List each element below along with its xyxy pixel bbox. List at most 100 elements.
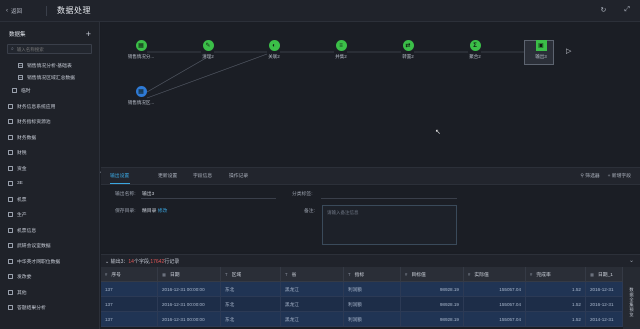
- folder-icon: [12, 88, 17, 94]
- tab-0[interactable]: 输出设置: [110, 172, 129, 179]
- sidebar-title: 数据集: [9, 32, 26, 38]
- output-settings-form: 输出名称: 输出3 保存目录: 精目录 修改 分类标签: 备注: 请输入备注信息: [101, 186, 640, 252]
- collapse-output-icon[interactable]: ⌄: [105, 259, 109, 265]
- sidebar-item[interactable]: 发改委: [0, 269, 99, 285]
- sidebar-item[interactable]: 财税: [0, 145, 99, 161]
- remark-textarea[interactable]: 请输入备注信息: [322, 205, 457, 245]
- top-bar: ‹ 返回 数据处理 ↻ ⤢: [0, 0, 640, 22]
- add-dataset-button[interactable]: +: [86, 30, 91, 39]
- sidebar-item[interactable]: 销售情况区域汇总数据: [0, 71, 99, 83]
- table-cell: 137: [101, 282, 158, 297]
- column-header[interactable]: # 序号: [101, 267, 158, 282]
- full-data-preview-button[interactable]: 数据全集预览: [628, 287, 635, 317]
- sidebar-item[interactable]: 财务指标资源池: [0, 114, 99, 130]
- sidebar-item[interactable]: 财务信息系统应用: [0, 99, 99, 115]
- table-row[interactable]: 137 2016-12-31 00:00:00 东北 黑龙江 利润额 98928.19 15…: [101, 297, 623, 312]
- sidebar-item-label: 销售情况分析-基础表: [27, 63, 72, 69]
- column-header[interactable]: ▦ 日期: [158, 267, 221, 282]
- column-header[interactable]: # 目标值: [401, 267, 464, 282]
- column-header[interactable]: # 实际值: [464, 267, 526, 282]
- sidebar-item-label: 机票信息: [17, 228, 37, 234]
- column-header[interactable]: # 完成率: [526, 267, 586, 282]
- column-header[interactable]: T省: [281, 267, 344, 282]
- table-header: # 序号 ▦ 日期 T 区域 T 省 T 指标 # 目标值 # 实际值 # 完成率 ▦ 日期_1: [101, 267, 623, 282]
- flow-node-label: 销售情况分...: [127, 54, 155, 59]
- output-name-input[interactable]: 输出3: [142, 190, 154, 197]
- table-row[interactable]: 137 2016-12-31 00:00:00 东北 黑龙江 利润额 98928.19 15…: [101, 282, 623, 297]
- flow-node[interactable]: ▦ 销售情况分...: [121, 40, 161, 60]
- output-name-label: 输出名称:: [115, 192, 136, 197]
- sidebar-item-label: 生产: [17, 213, 27, 219]
- field-type-icon: ▦: [590, 272, 594, 277]
- sidebar-item[interactable]: 机票信息: [0, 223, 99, 239]
- flow-node-icon: Σ: [469, 40, 481, 51]
- run-icon[interactable]: ▷: [566, 47, 571, 55]
- flow-node-icon: ▣: [535, 40, 547, 51]
- table-cell: 黑龙江: [281, 312, 344, 327]
- sidebar-item[interactable]: 中华英才网职位数据: [0, 254, 99, 270]
- flow-node-icon: ≡: [335, 40, 347, 51]
- search-input[interactable]: [16, 46, 87, 52]
- expand-icon[interactable]: ⤢: [624, 6, 630, 14]
- table-cell: 2016-12-31: [586, 297, 623, 312]
- page-title: 数据处理: [57, 6, 91, 15]
- sidebar-item[interactable]: 资金: [0, 161, 99, 177]
- folder-icon: [8, 227, 13, 233]
- flow-node-icon: ▦: [135, 40, 147, 51]
- sidebar-item[interactable]: 财务数据: [0, 130, 99, 146]
- column-header-label: 完成率: [536, 273, 551, 278]
- modify-dir-link[interactable]: 修改: [158, 209, 168, 214]
- sidebar-item[interactable]: 生产: [0, 207, 99, 223]
- flow-node-label: 清理2: [202, 54, 214, 59]
- filter-button[interactable]: ⚲ 筛选器: [580, 172, 599, 179]
- mouse-cursor-icon: ↖: [435, 129, 441, 136]
- save-dir-label: 保存目录:: [115, 209, 136, 214]
- back-label: 返回: [11, 8, 23, 15]
- sidebar-item[interactable]: 武研会议室数据: [0, 238, 99, 254]
- field-type-icon: #: [105, 272, 108, 277]
- refresh-icon[interactable]: ↻: [601, 6, 607, 14]
- sidebar-item[interactable]: 临时: [0, 83, 99, 99]
- table-row[interactable]: 137 2016-12-31 00:00:00 东北 黑龙江 利润额 98928.19 15…: [101, 312, 623, 327]
- sidebar-item[interactable]: 答题结果分析: [0, 300, 99, 316]
- tab-2[interactable]: 字段信息: [193, 172, 212, 179]
- tab-3[interactable]: 操作记录: [229, 172, 248, 179]
- flow-node[interactable]: ▦ 销售情况区...: [121, 86, 161, 106]
- flow-node[interactable]: ✎ 清理2: [188, 40, 228, 60]
- field-type-icon: #: [530, 272, 533, 277]
- table-cell: 2016-12-31: [586, 282, 623, 297]
- column-header[interactable]: T 指标: [344, 267, 401, 282]
- add-field-button[interactable]: + 新增字段: [608, 172, 631, 179]
- table-cell: 155057.04: [464, 312, 526, 327]
- sidebar-item[interactable]: 其他: [0, 285, 99, 301]
- sidebar-header: 数据集 +: [0, 22, 99, 42]
- folder-icon: [8, 274, 13, 280]
- chevron-down-icon[interactable]: ⌄: [629, 257, 634, 264]
- field-type-icon: #: [468, 272, 471, 277]
- sidebar-item[interactable]: 销售情况分析-基础表: [0, 59, 99, 71]
- sidebar-item-label: 中华英才网职位数据: [17, 259, 61, 265]
- sidebar-item[interactable]: 机票: [0, 192, 99, 208]
- settings-tabs: ⚲ 筛选器 + 新增字段 输出设置 更新设置 字段信息 操作记录: [101, 167, 640, 185]
- tab-1[interactable]: 更新设置: [158, 172, 177, 179]
- flow-node[interactable]: ⇄ 转置2: [388, 40, 428, 60]
- column-header-label: 指标: [354, 273, 365, 278]
- category-input[interactable]: [321, 198, 457, 199]
- field-type-icon: T: [348, 272, 351, 277]
- column-header[interactable]: ▦ 日期_1: [586, 267, 623, 282]
- flow-canvas[interactable]: ▦ 销售情况分... ✎ 清理2 ◐ 关联2 ≡ 并集2 ⇄ 转置2 Σ 聚合2 ▣ 输出3 ▦ 销售情况区.…: [101, 22, 640, 167]
- folder-icon: [8, 305, 13, 311]
- column-header[interactable]: T 区域: [221, 267, 281, 282]
- flow-node-label: 转置2: [402, 54, 414, 59]
- sidebar-item[interactable]: 3E: [0, 176, 99, 192]
- flow-node[interactable]: ◐ 关联2: [254, 40, 294, 60]
- folder-icon: [8, 134, 13, 140]
- column-header-label: 区域: [231, 273, 242, 278]
- column-header-label: 序号: [111, 273, 121, 278]
- back-button[interactable]: ‹ 返回: [0, 7, 46, 15]
- table-cell: 东北: [221, 282, 281, 297]
- flow-node[interactable]: ▣ 输出3: [521, 40, 561, 60]
- flow-node[interactable]: Σ 聚合2: [455, 40, 495, 60]
- table-cell: 137: [101, 312, 158, 327]
- flow-node[interactable]: ≡ 并集2: [321, 40, 361, 60]
